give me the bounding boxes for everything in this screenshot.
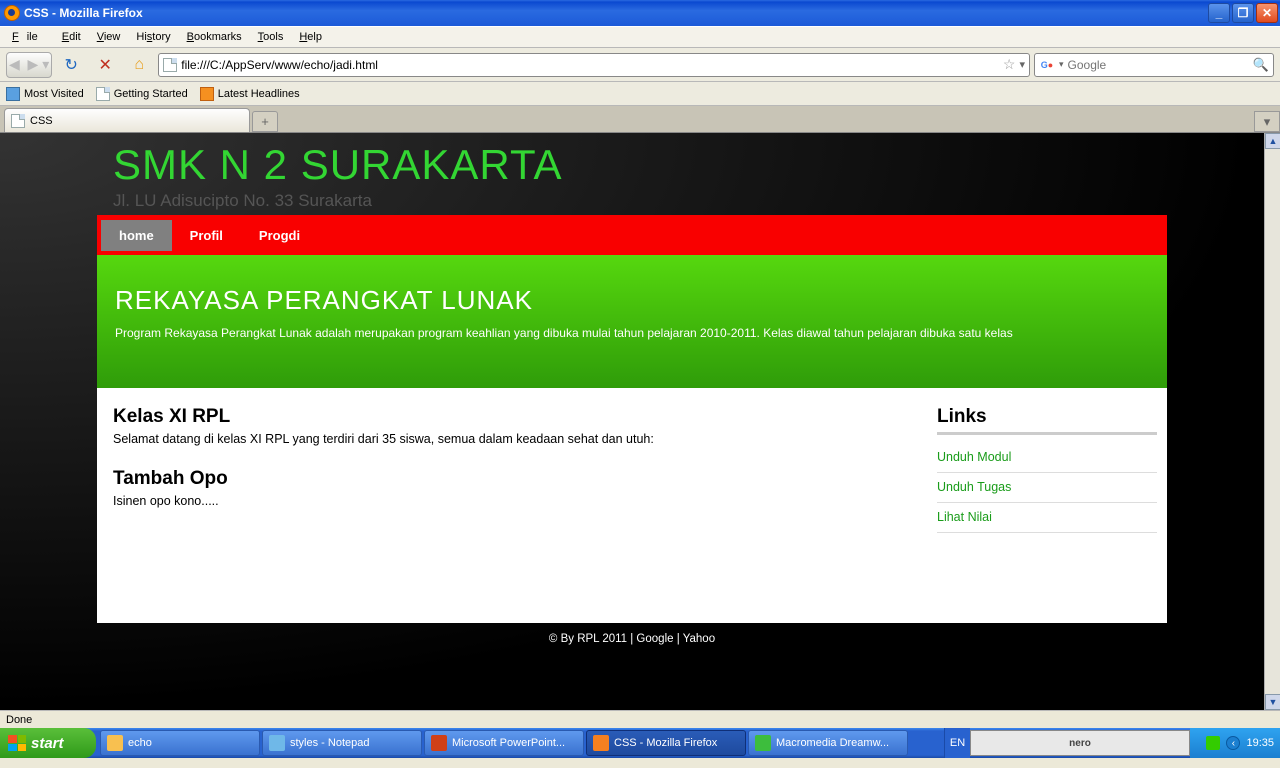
taskbar-item[interactable]: Microsoft PowerPoint... xyxy=(424,730,584,756)
site-nav: home Profil Progdi xyxy=(97,215,1167,255)
task-buttons: echo styles - Notepad Microsoft PowerPoint… xyxy=(96,728,944,758)
link-lihat-nilai[interactable]: Lihat Nilai xyxy=(937,503,1157,533)
menu-file[interactable]: File xyxy=(4,29,54,45)
page-icon xyxy=(11,114,25,128)
site-title: SMK N 2 SURAKARTA xyxy=(113,141,1151,189)
url-text: file:///C:/AppServ/www/echo/jadi.html xyxy=(181,58,999,72)
back-button[interactable]: ◀ ▶ ▾ xyxy=(6,52,52,78)
app-icon xyxy=(431,735,447,751)
status-text: Done xyxy=(6,714,32,726)
scrollbar[interactable]: ▲ ▼ xyxy=(1264,133,1280,710)
webpage: SMK N 2 SURAKARTA Jl. LU Adisucipto No. … xyxy=(0,133,1264,710)
bookmark-most-visited[interactable]: Most Visited xyxy=(6,87,84,101)
taskbar-item[interactable]: CSS - Mozilla Firefox xyxy=(586,730,746,756)
system-tray: ‹ 19:35 xyxy=(1190,728,1280,758)
google-icon: G● xyxy=(1039,57,1055,73)
address-bar[interactable]: file:///C:/AppServ/www/echo/jadi.html ☆ … xyxy=(158,53,1030,77)
taskbar: start echo styles - Notepad Microsoft Powe… xyxy=(0,728,1280,758)
menu-bookmarks[interactable]: Bookmarks xyxy=(179,29,250,45)
nav-profil[interactable]: Profil xyxy=(172,220,241,251)
taskbar-item[interactable]: styles - Notepad xyxy=(262,730,422,756)
tab-list-button[interactable]: ▾ xyxy=(1254,111,1280,132)
taskbar-item-label: CSS - Mozilla Firefox xyxy=(614,737,717,749)
taskbar-item-label: styles - Notepad xyxy=(290,737,369,749)
tab-label: CSS xyxy=(30,115,53,127)
viewport: SMK N 2 SURAKARTA Jl. LU Adisucipto No. … xyxy=(0,133,1280,710)
clock[interactable]: 19:35 xyxy=(1246,737,1274,749)
nav-toolbar: ◀ ▶ ▾ ↻ ✕ ⌂ file:///C:/AppServ/www/echo/… xyxy=(0,48,1280,82)
app-icon xyxy=(107,735,123,751)
banner-text: Program Rekayasa Perangkat Lunak adalah … xyxy=(115,326,1149,340)
menu-edit[interactable]: Edit xyxy=(54,29,89,45)
app-icon xyxy=(593,735,609,751)
main-content: Kelas XI RPL Selamat datang di kelas XI … xyxy=(97,406,937,533)
sidebar-title: Links xyxy=(937,406,1157,428)
bookmark-star-icon[interactable]: ☆ xyxy=(1003,56,1016,73)
search-go-icon[interactable]: 🔍 xyxy=(1253,57,1269,73)
firefox-icon xyxy=(4,5,20,21)
taskbar-item-label: echo xyxy=(128,737,152,749)
maximize-button[interactable]: ❐ xyxy=(1232,3,1254,23)
article-title: Tambah Opo xyxy=(113,468,921,490)
status-bar: Done xyxy=(0,710,1280,728)
scroll-down-icon[interactable]: ▼ xyxy=(1265,694,1280,710)
menu-view[interactable]: View xyxy=(89,29,129,45)
bookmark-getting-started[interactable]: Getting Started xyxy=(96,87,188,101)
window-titlebar: CSS - Mozilla Firefox _ ❐ ✕ xyxy=(0,0,1280,26)
nav-home[interactable]: home xyxy=(101,220,172,251)
menu-tools[interactable]: Tools xyxy=(250,29,292,45)
windows-logo-icon xyxy=(8,735,26,751)
close-button[interactable]: ✕ xyxy=(1256,3,1278,23)
url-dropdown-icon[interactable]: ▾ xyxy=(1019,58,1025,71)
page-icon xyxy=(96,87,110,101)
banner-title: REKAYASA PERANGKAT LUNAK xyxy=(115,285,1149,316)
bookmark-latest-headlines[interactable]: Latest Headlines xyxy=(200,87,300,101)
home-button[interactable]: ⌂ xyxy=(124,52,154,78)
menu-help[interactable]: Help xyxy=(291,29,330,45)
search-box[interactable]: G● ▾ 🔍 xyxy=(1034,53,1274,77)
site-subtitle: Jl. LU Adisucipto No. 33 Surakarta xyxy=(113,191,1151,211)
tab-bar: CSS + ▾ xyxy=(0,106,1280,133)
scroll-up-icon[interactable]: ▲ xyxy=(1265,133,1280,149)
bookmark-icon xyxy=(6,87,20,101)
minimize-button[interactable]: _ xyxy=(1208,3,1230,23)
search-input[interactable] xyxy=(1068,58,1249,72)
banner: REKAYASA PERANGKAT LUNAK Program Rekayas… xyxy=(97,255,1167,388)
start-button[interactable]: start xyxy=(0,728,96,758)
nero-tray[interactable]: nero xyxy=(970,730,1190,756)
tab-css[interactable]: CSS xyxy=(4,108,250,132)
article-body: Isinen opo kono..... xyxy=(113,494,921,508)
nav-progdi[interactable]: Progdi xyxy=(241,220,318,251)
app-icon xyxy=(269,735,285,751)
bookmarks-toolbar: Most Visited Getting Started Latest Head… xyxy=(0,82,1280,106)
link-unduh-tugas[interactable]: Unduh Tugas xyxy=(937,473,1157,503)
link-unduh-modul[interactable]: Unduh Modul xyxy=(937,443,1157,473)
site-footer: © By RPL 2011 | Google | Yahoo xyxy=(0,623,1264,655)
divider xyxy=(937,432,1157,435)
page-icon xyxy=(163,58,177,72)
article-title: Kelas XI RPL xyxy=(113,406,921,428)
language-indicator[interactable]: EN xyxy=(944,728,970,758)
menu-bar: File Edit View History Bookmarks Tools H… xyxy=(0,26,1280,48)
reload-button[interactable]: ↻ xyxy=(56,52,86,78)
window-title: CSS - Mozilla Firefox xyxy=(24,6,1208,20)
app-icon xyxy=(755,735,771,751)
menu-history[interactable]: History xyxy=(128,29,178,45)
sidebar: Links Unduh Modul Unduh Tugas Lihat Nila… xyxy=(937,406,1167,533)
article-body: Selamat datang di kelas XI RPL yang terd… xyxy=(113,432,921,446)
taskbar-item[interactable]: echo xyxy=(100,730,260,756)
tray-expand-icon[interactable]: ‹ xyxy=(1226,736,1240,750)
search-dropdown-icon[interactable]: ▾ xyxy=(1059,59,1064,70)
taskbar-item-label: Microsoft PowerPoint... xyxy=(452,737,565,749)
tray-icon[interactable] xyxy=(1206,736,1220,750)
stop-button[interactable]: ✕ xyxy=(90,52,120,78)
taskbar-item[interactable]: Macromedia Dreamw... xyxy=(748,730,908,756)
rss-icon xyxy=(200,87,214,101)
taskbar-item-label: Macromedia Dreamw... xyxy=(776,737,889,749)
new-tab-button[interactable]: + xyxy=(252,111,278,132)
